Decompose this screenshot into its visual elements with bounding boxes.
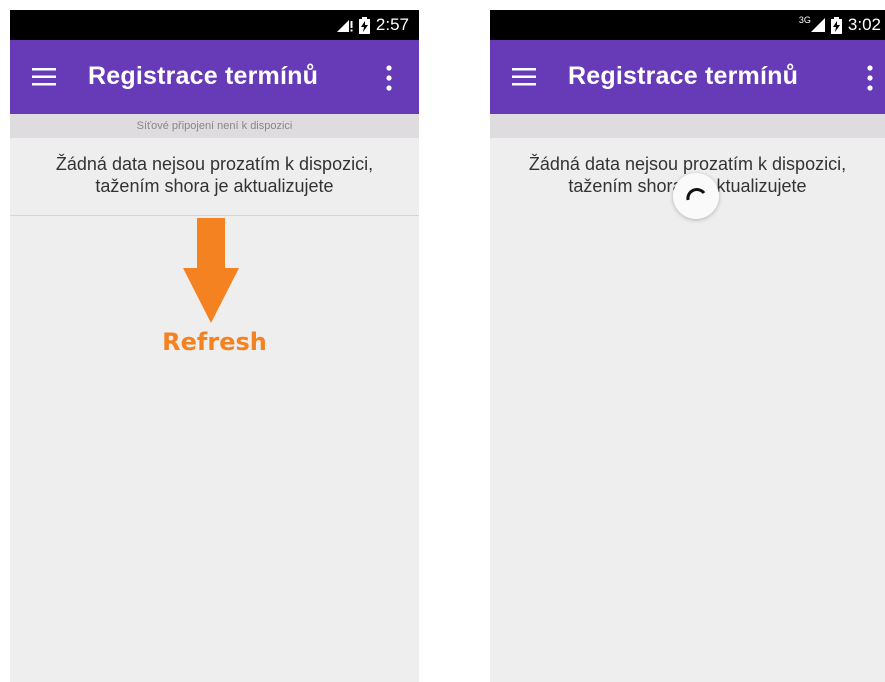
network-status-banner: Síťové připojení není k dispozici <box>10 114 419 138</box>
signal-no-data-icon <box>336 20 353 32</box>
loading-spinner-icon <box>673 173 719 219</box>
battery-charging-icon <box>358 16 370 34</box>
right-phone-screen: 3G 3:02 Registrace termínů Žádná data ne… <box>490 10 885 682</box>
app-bar: Registrace termínů <box>490 40 885 114</box>
network-status-banner <box>490 114 885 138</box>
empty-state-message: Žádná data nejsou prozatím k dispozici, … <box>10 153 419 197</box>
empty-message-line-1: Žádná data nejsou prozatím k dispozici, <box>528 154 847 174</box>
empty-message-line-1: Žádná data nejsou prozatím k dispozici, <box>55 154 374 174</box>
hamburger-menu-icon[interactable] <box>512 68 536 86</box>
status-bar: 3G 3:02 <box>490 10 885 40</box>
status-icons: 2:57 <box>336 10 409 40</box>
left-phone-screen: 2:57 Registrace termínů Síťové připojení… <box>10 10 419 682</box>
hamburger-menu-icon[interactable] <box>32 68 56 86</box>
app-title: Registrace termínů <box>568 62 799 90</box>
app-bar: Registrace termínů <box>10 40 419 114</box>
more-vert-icon[interactable] <box>386 65 392 91</box>
status-time: 3:02 <box>847 15 881 34</box>
status-time: 2:57 <box>375 15 409 34</box>
refresh-annotation-label: Refresh <box>162 328 267 356</box>
app-title: Registrace termínů <box>88 62 319 90</box>
signal-icon <box>810 18 825 32</box>
more-vert-icon[interactable] <box>867 65 873 91</box>
network-type-label: 3G <box>798 15 811 25</box>
empty-message-line-2: tažením shora je aktualizujete <box>95 176 334 196</box>
list-divider <box>10 215 419 216</box>
battery-charging-icon <box>830 16 842 34</box>
status-bar: 2:57 <box>10 10 419 40</box>
status-icons: 3G 3:02 <box>799 10 881 40</box>
arrow-down-icon <box>183 218 239 323</box>
